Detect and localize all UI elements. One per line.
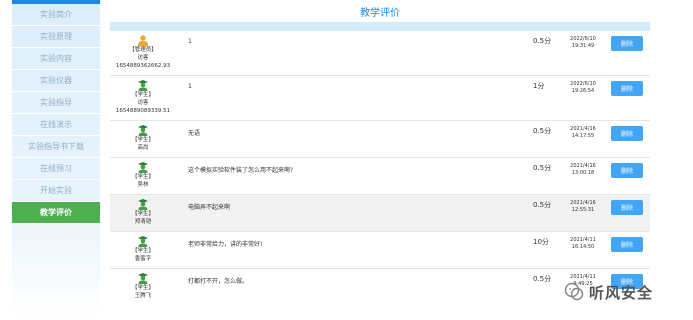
- sidebar-item-guide-download[interactable]: 实验指导书下载: [12, 136, 100, 158]
- user-name: 郑清铠: [134, 219, 152, 225]
- comment-datetime: 2022/6/10 19:26:54: [567, 81, 599, 95]
- comment-user: 【学生】 访客 1654889089339.51: [110, 76, 176, 120]
- sidebar-item-start-experiment[interactable]: 开始实验: [12, 180, 100, 202]
- comment-text: 打都打不开，怎么做。: [188, 278, 249, 285]
- user-name: 访客: [137, 100, 149, 106]
- comment-score: 10分: [533, 238, 549, 246]
- sidebar-item-guidance[interactable]: 实验指导: [12, 92, 100, 114]
- comment-score: 0.5分: [533, 164, 552, 172]
- comment-text: 老师非常给力，讲的非常好!: [188, 241, 263, 248]
- user-role: 【管理员】: [129, 47, 157, 53]
- comment-date: 2021/4/16: [570, 126, 596, 132]
- sidebar-item-online-preview[interactable]: 在线预习: [12, 158, 100, 180]
- comment-user: 【学生】 香蜜字: [110, 232, 176, 268]
- sidebar-item-intro[interactable]: 实验简介: [12, 4, 100, 26]
- sidebar-item-principle[interactable]: 实验原理: [12, 26, 100, 48]
- comment-score: 0.5分: [533, 127, 552, 135]
- comment-datetime: 2022/6/10 19:31:49: [567, 36, 599, 50]
- comment-time: 19:26:54: [571, 88, 595, 94]
- sidebar-item-instruments[interactable]: 实验仪器: [12, 70, 100, 92]
- comment-datetime: 2021/4/16 13:00:18: [567, 163, 599, 177]
- comment-text: 1: [188, 83, 192, 90]
- comment-user: 【管理员】 访客 1654889362662.93: [110, 31, 176, 75]
- comment-datetime: 2021/4/16 14:17:55: [567, 126, 599, 140]
- comment-score: 0.5分: [533, 275, 552, 283]
- sidebar-item-content[interactable]: 实验内容: [12, 48, 100, 70]
- comment-row: 【学生】 访客 1654889089339.51 1 1分 2022/6/10 …: [110, 76, 650, 121]
- delete-button[interactable]: 删除: [611, 126, 643, 141]
- student-avatar-icon: [138, 236, 148, 247]
- sidebar-item-teaching-evaluation[interactable]: 教学评价: [12, 202, 100, 224]
- comment-text: 这个模拟实验软件装了怎么用不起来啊?: [188, 167, 294, 174]
- comment-date: 2021/4/11: [570, 237, 596, 243]
- student-avatar-icon: [138, 273, 148, 284]
- comment-user: 【学生】 王腾飞: [110, 269, 176, 320]
- comment-time: 12:55:31: [571, 207, 595, 213]
- comment-user: 【学生】 高尚: [110, 121, 176, 157]
- comment-row: 【学生】 郑清铠 电脑弄不起来啊 0.5分 2021/4/16 12:55:31…: [110, 195, 650, 232]
- main-content: 教学评价 【管理员】 访客 1654889362662.93 1 0.5分 20…: [110, 0, 650, 320]
- user-name: 王腾飞: [134, 293, 152, 299]
- comment-text: 1: [188, 38, 192, 45]
- comment-time: 16:14:50: [571, 244, 595, 250]
- comment-text: 无语: [188, 130, 201, 137]
- page-title: 教学评价: [360, 8, 400, 19]
- comment-datetime: 2021/4/11 16:14:50: [567, 237, 599, 251]
- user-role: 【学生】: [131, 285, 154, 291]
- comment-text: 电脑弄不起来啊: [188, 204, 231, 211]
- user-name: 吴林: [137, 182, 149, 188]
- comment-time: 19:31:49: [571, 43, 595, 49]
- user-role: 【学生】: [131, 174, 154, 180]
- comment-score: 1分: [533, 82, 545, 90]
- comment-user: 【学生】 郑清铠: [110, 195, 176, 231]
- user-name: 香蜜字: [134, 256, 152, 262]
- user-role: 【学生】: [131, 211, 154, 217]
- watermark-text: 听风安全: [589, 283, 654, 302]
- comment-time: 14:17:55: [571, 133, 595, 139]
- comment-row: 【学生】 香蜜字 老师非常给力，讲的非常好! 10分 2021/4/11 16:…: [110, 232, 650, 269]
- wechat-watermark: 听风安全: [563, 280, 653, 304]
- student-avatar-icon: [138, 125, 148, 136]
- comment-datetime: 2021/4/16 12:55:31: [567, 200, 599, 214]
- user-role: 【学生】: [131, 92, 154, 98]
- student-avatar-icon: [138, 162, 148, 173]
- delete-button[interactable]: 删除: [611, 81, 643, 96]
- table-header-bar: [110, 22, 650, 31]
- sidebar-item-online-demo[interactable]: 在线演示: [12, 114, 100, 136]
- user-name: 访客: [137, 55, 149, 61]
- delete-button[interactable]: 删除: [611, 200, 643, 215]
- student-avatar-icon: [138, 199, 148, 210]
- delete-button[interactable]: 删除: [611, 36, 643, 51]
- user-role: 【学生】: [131, 137, 154, 143]
- delete-button[interactable]: 删除: [611, 163, 643, 178]
- comment-date: 2022/6/10: [570, 81, 596, 87]
- student-avatar-icon: [138, 80, 148, 91]
- user-id: 1654889089339.51: [115, 108, 171, 114]
- comment-score: 0.5分: [533, 201, 552, 209]
- wechat-channel-icon: [564, 282, 584, 301]
- user-role: 【学生】: [131, 248, 154, 254]
- comment-score: 0.5分: [533, 37, 552, 45]
- user-id: 1654889362662.93: [115, 63, 171, 69]
- comment-date: 2022/6/10: [570, 36, 596, 42]
- comment-row: 【管理员】 访客 1654889362662.93 1 0.5分 2022/6/…: [110, 31, 650, 76]
- delete-button[interactable]: 删除: [611, 237, 643, 252]
- comment-date: 2021/4/16: [570, 200, 596, 206]
- user-name: 高尚: [137, 145, 149, 151]
- sidebar: 实验简介 实验原理 实验内容 实验仪器 实验指导 在线演示 实验指导书下载 在线…: [12, 0, 100, 320]
- comment-user: 【学生】 吴林: [110, 158, 176, 194]
- comment-row: 【学生】 高尚 无语 0.5分 2021/4/16 14:17:55 删除: [110, 121, 650, 158]
- admin-avatar-icon: [138, 35, 148, 46]
- comment-row: 【学生】 吴林 这个模拟实验软件装了怎么用不起来啊? 0.5分 2021/4/1…: [110, 158, 650, 195]
- comment-date: 2021/4/16: [570, 163, 596, 169]
- comment-time: 13:00:18: [571, 170, 595, 176]
